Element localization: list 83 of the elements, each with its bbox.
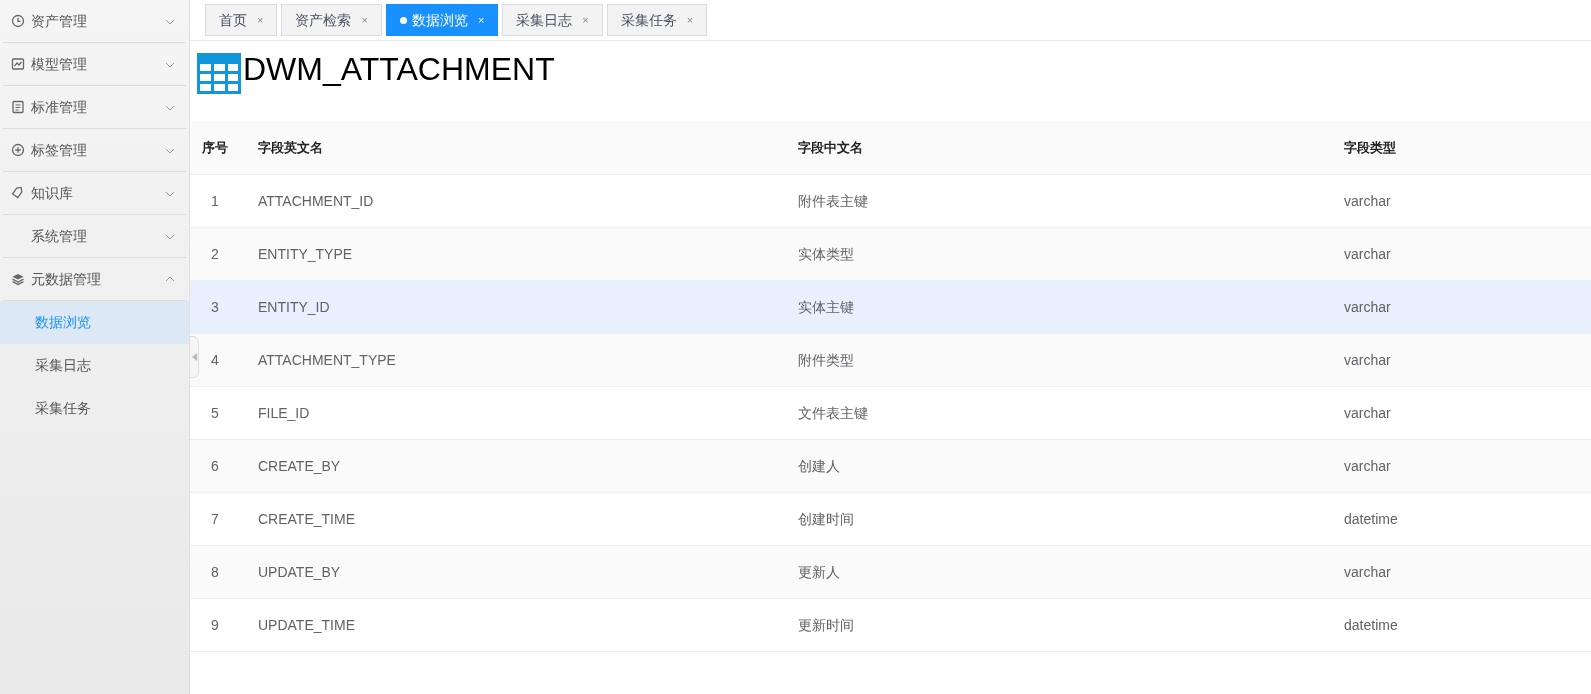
table-title: DWM_ATTACHMENT: [243, 51, 555, 87]
tab-label: 数据浏览: [411, 10, 468, 30]
table-row[interactable]: 2 ENTITY_TYPE 实体类型 varchar: [190, 228, 1591, 281]
table-cell-text: varchar: [1344, 191, 1391, 211]
submenu-item[interactable]: 采集任务: [0, 387, 189, 430]
menu-item[interactable]: 知识库: [3, 172, 186, 214]
table-cell-text: UPDATE_BY: [258, 562, 341, 582]
table-cell-text: ATTACHMENT_TYPE: [258, 350, 396, 370]
table-cell-text: FILE_ID: [258, 403, 310, 423]
table-cell-text: 附件类型: [798, 350, 854, 370]
table-row[interactable]: 3 ENTITY_ID 实体主键 varchar: [190, 281, 1591, 334]
chart-icon: [11, 57, 25, 71]
tab[interactable]: 资产检索 ×: [281, 4, 382, 36]
column-header: 字段英文名: [258, 138, 323, 157]
menu-item[interactable]: 标签管理: [3, 129, 186, 171]
menu-item[interactable]: 元数据管理: [3, 258, 186, 300]
table-cell-text: 2: [211, 244, 219, 264]
menu-label: 系统管理: [31, 226, 88, 246]
document-icon: [11, 100, 25, 114]
table-cell-text: 更新时间: [798, 615, 854, 635]
table-cell-text: UPDATE_TIME: [258, 615, 355, 635]
menu-label: 资产管理: [31, 11, 88, 31]
table-cell-text: 实体类型: [798, 244, 854, 264]
table-cell-text: ENTITY_ID: [258, 297, 330, 317]
plus-circle-icon: [11, 143, 25, 157]
clock-icon: [11, 14, 25, 28]
table-cell-text: varchar: [1344, 297, 1391, 317]
table-row[interactable]: 6 CREATE_BY 创建人 varchar: [190, 440, 1591, 493]
menu-label: 标签管理: [31, 140, 88, 160]
table-cell-text: varchar: [1344, 456, 1391, 476]
menu-label: 模型管理: [31, 54, 88, 74]
tab-label: 采集日志: [516, 10, 573, 30]
table-cell-text: 文件表主键: [798, 403, 868, 423]
tab-label: 资产检索: [295, 10, 352, 30]
table-cell-text: 4: [211, 350, 219, 370]
menu-label: 元数据管理: [31, 269, 102, 289]
table-icon: [197, 53, 241, 94]
table-cell-text: varchar: [1344, 244, 1391, 264]
table-row[interactable]: 8 UPDATE_BY 更新人 varchar: [190, 546, 1591, 599]
menu-item[interactable]: 标准管理: [3, 86, 186, 128]
table-cell-text: varchar: [1344, 350, 1391, 370]
table-cell-text: 创建人: [798, 456, 840, 476]
close-icon[interactable]: ×: [686, 11, 694, 29]
table-cell-text: 7: [211, 509, 219, 529]
close-icon[interactable]: ×: [582, 11, 589, 29]
tab-label: 采集任务: [620, 10, 677, 30]
left-triangle-icon: [191, 353, 197, 361]
menu-label: 知识库: [31, 183, 74, 203]
table-cell-text: CREATE_BY: [258, 456, 341, 476]
column-header: 字段类型: [1344, 138, 1396, 157]
table-cell-text: 3: [211, 297, 219, 317]
table-cell-text: varchar: [1344, 403, 1391, 423]
table-cell-text: 5: [211, 403, 219, 423]
tab[interactable]: 首页 ×: [205, 4, 278, 36]
table-cell-text: 附件表主键: [798, 191, 868, 211]
table-cell-text: ENTITY_TYPE: [258, 244, 353, 264]
table-cell-text: 更新人: [798, 562, 840, 582]
table-cell-text: ATTACHMENT_ID: [258, 191, 374, 211]
menu-item[interactable]: 资产管理: [3, 0, 186, 42]
submenu-item[interactable]: 采集日志: [0, 344, 189, 387]
table-cell-text: 1: [211, 191, 219, 211]
table-cell-text: CREATE_TIME: [258, 509, 355, 529]
table-cell-text: 6: [211, 456, 219, 476]
layers-icon: [11, 272, 25, 286]
table-cell-text: datetime: [1344, 615, 1398, 635]
tab-label: 首页: [219, 10, 247, 30]
table-cell-text: 9: [211, 615, 219, 635]
table-row[interactable]: 4 ATTACHMENT_TYPE 附件类型 varchar: [190, 334, 1591, 387]
table-cell-text: datetime: [1344, 509, 1398, 529]
table-cell-text: 创建时间: [798, 509, 854, 529]
tag-icon: [11, 186, 25, 200]
close-icon[interactable]: ×: [361, 11, 368, 29]
column-header: 字段中文名: [798, 138, 863, 157]
table-cell-text: 实体主键: [798, 297, 854, 317]
tab[interactable]: 采集日志 ×: [502, 4, 603, 36]
table-cell-text: varchar: [1344, 562, 1391, 582]
menu-label: 标准管理: [31, 97, 88, 117]
menu-item[interactable]: 系统管理: [3, 215, 186, 257]
tab[interactable]: 采集任务 ×: [606, 4, 708, 36]
menu-item[interactable]: 模型管理: [3, 43, 186, 85]
table-cell-text: 8: [211, 562, 219, 582]
close-icon[interactable]: ×: [257, 11, 264, 29]
column-header: 序号: [202, 138, 228, 157]
